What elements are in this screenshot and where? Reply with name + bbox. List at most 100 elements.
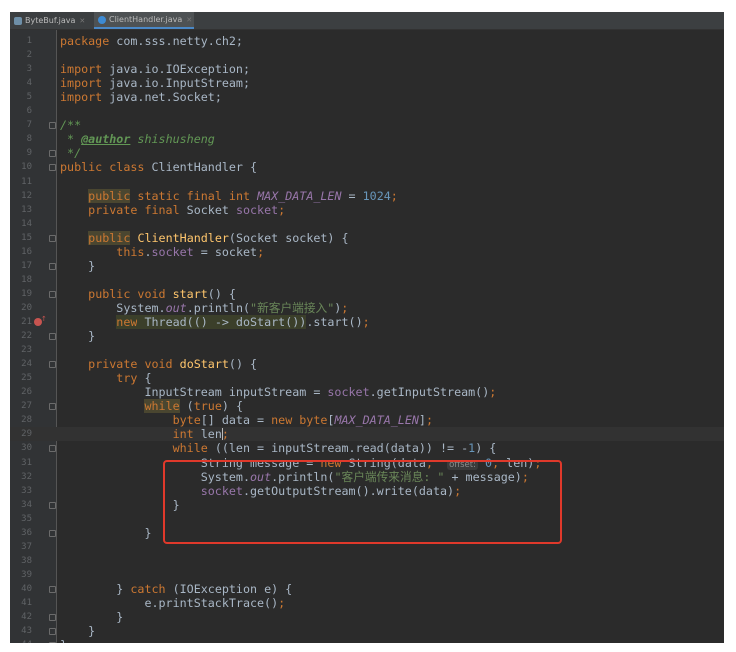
- code-line[interactable]: 11: [10, 175, 724, 189]
- code-line[interactable]: 10 public class ClientHandler {: [10, 160, 724, 174]
- code-text: }: [60, 610, 123, 624]
- code-line[interactable]: 14: [10, 217, 724, 231]
- code-line[interactable]: 36 }: [10, 526, 724, 540]
- fold-marker-icon[interactable]: [49, 403, 56, 411]
- line-number: 2: [26, 50, 32, 61]
- code-line[interactable]: 32 System.out.println("客户端传来消息: " + mess…: [10, 470, 724, 484]
- code-line[interactable]: 34 }: [10, 498, 724, 512]
- code-token: ;: [454, 483, 462, 498]
- tab-bytebuf[interactable]: ByteBuf.java ✕: [10, 12, 90, 29]
- code-line[interactable]: 42 }: [10, 610, 724, 624]
- code-token: ;: [341, 300, 349, 315]
- tab-clienthandler[interactable]: ClientHandler.java ✕: [94, 12, 194, 29]
- code-token: out: [250, 469, 272, 484]
- code-line[interactable]: 24 private void doStart() {: [10, 357, 724, 371]
- fold-marker-icon[interactable]: [49, 234, 56, 242]
- code-token: private final: [88, 202, 180, 217]
- code-line[interactable]: 37: [10, 540, 724, 554]
- fold-marker-icon[interactable]: [49, 585, 56, 593]
- line-number: 3: [26, 64, 32, 75]
- code-line[interactable]: 41 e.printStackTrace();: [10, 596, 724, 610]
- code-line[interactable]: 4 import java.io.InputStream;: [10, 76, 724, 90]
- code-token: shishusheng: [130, 132, 215, 147]
- code-editor[interactable]: 1 package com.sss.netty.ch2; 2 3 import java…: [10, 30, 724, 643]
- line-number: 44: [10, 638, 32, 643]
- fold-marker-icon[interactable]: [49, 501, 56, 509]
- line-number: 36: [21, 527, 32, 538]
- fold-marker-icon[interactable]: [49, 361, 56, 369]
- code-line[interactable]: 40 } catch (IOException e) {: [10, 582, 724, 596]
- code-line[interactable]: 7 /**: [10, 118, 724, 132]
- fold-marker-icon[interactable]: [49, 262, 56, 270]
- code-line[interactable]: 8 * @author shishusheng: [10, 132, 724, 146]
- code-token: doStart: [179, 357, 229, 372]
- code-token: len): [499, 455, 535, 470]
- code-line[interactable]: 33 socket.getOutputStream().write(data);: [10, 484, 724, 498]
- line-number: 42: [21, 612, 32, 623]
- code-line[interactable]: 25 try {: [10, 371, 724, 385]
- code-line[interactable]: 16 this.socket = socket;: [10, 245, 724, 259]
- fold-marker-icon[interactable]: [49, 164, 56, 172]
- line-number: 14: [21, 218, 32, 229]
- code-line[interactable]: 9 */: [10, 146, 724, 160]
- code-line[interactable]: 35: [10, 512, 724, 526]
- fold-marker-icon[interactable]: [49, 614, 56, 622]
- code-line[interactable]: 43 }: [10, 624, 724, 638]
- code-token: (IOException e) {: [165, 581, 293, 596]
- code-line[interactable]: 3 import java.io.IOException;: [10, 62, 724, 76]
- close-tab-icon[interactable]: ✕: [186, 16, 192, 24]
- fold-marker-icon[interactable]: [49, 642, 56, 643]
- line-number: 13: [21, 204, 32, 215]
- code-line[interactable]: 6: [10, 104, 724, 118]
- code-line[interactable]: 18: [10, 273, 724, 287]
- fold-marker-icon[interactable]: [49, 445, 56, 453]
- code-line[interactable]: 30 while ((len = inputStream.read(data))…: [10, 441, 724, 455]
- close-tab-icon[interactable]: ✕: [79, 17, 85, 25]
- code-line[interactable]: 21 new Thread(() -> doStart()).start(); ↑: [10, 315, 724, 329]
- code-token: ;: [390, 188, 398, 203]
- line-number: 10: [21, 162, 32, 173]
- code-line[interactable]: 38: [10, 554, 724, 568]
- code-token: ) {: [221, 399, 243, 414]
- code-token: start: [172, 286, 208, 301]
- code-line[interactable]: 44}: [10, 638, 724, 643]
- fold-marker-icon[interactable]: [49, 150, 56, 158]
- fold-marker-icon[interactable]: [49, 529, 56, 537]
- code-line[interactable]: 27 while (true) {: [10, 399, 724, 414]
- code-text: System.out.println("新客户端接入");: [60, 301, 348, 315]
- code-text: while ((len = inputStream.read(data)) !=…: [60, 441, 497, 456]
- code-line[interactable]: 5 import java.net.Socket;: [10, 90, 724, 104]
- fold-marker-icon[interactable]: [49, 333, 56, 341]
- code-token: ((len = inputStream.read(data)) != -: [207, 441, 469, 456]
- code-line[interactable]: 1 package com.sss.netty.ch2;: [10, 34, 724, 48]
- code-token: "新客户端接入": [250, 300, 335, 315]
- code-token: + message): [444, 469, 522, 484]
- code-line[interactable]: 26 InputStream inputStream = socket.getI…: [10, 385, 724, 399]
- code-text: }: [60, 329, 95, 343]
- fold-marker-icon[interactable]: [49, 122, 56, 130]
- code-token: this: [116, 244, 145, 259]
- line-number: 1: [26, 36, 32, 46]
- code-token: ;: [362, 315, 370, 329]
- code-line[interactable]: 39: [10, 568, 724, 582]
- fold-marker-icon[interactable]: [49, 290, 56, 298]
- code-line[interactable]: 19 public void start() {: [10, 287, 724, 301]
- code-line[interactable]: 20 System.out.println("新客户端接入");: [10, 301, 724, 315]
- code-line[interactable]: 2: [10, 48, 724, 62]
- code-line[interactable]: 13 private final Socket socket;: [10, 203, 724, 217]
- code-line[interactable]: 31 String message = new String(data, off…: [10, 456, 724, 470]
- line-number: 35: [21, 513, 32, 524]
- fold-marker-icon[interactable]: [49, 628, 56, 636]
- code-line[interactable]: 28 byte[] data = new byte[MAX_DATA_LEN];: [10, 413, 724, 427]
- code-token: }: [60, 638, 67, 643]
- code-token: len: [193, 427, 222, 442]
- code-line[interactable]: 22 }: [10, 329, 724, 343]
- code-line[interactable]: 23: [10, 343, 724, 357]
- code-token: java.io.InputStream;: [102, 76, 251, 91]
- code-line[interactable]: 15 public ClientHandler(Socket socket) {: [10, 230, 724, 245]
- code-line[interactable]: 29 int len;: [10, 427, 724, 442]
- code-line[interactable]: 17 }: [10, 259, 724, 273]
- code-line[interactable]: 12 public static final int MAX_DATA_LEN …: [10, 188, 724, 203]
